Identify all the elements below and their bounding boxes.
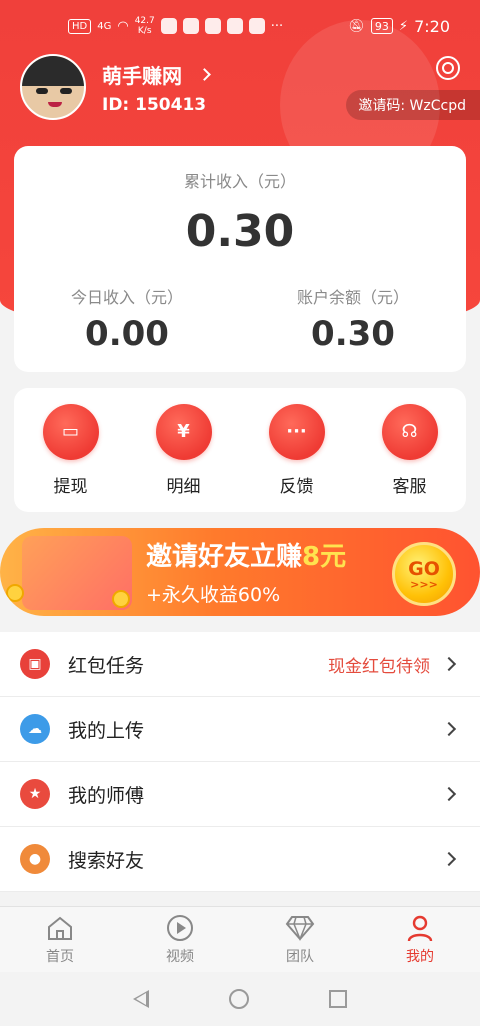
chevron-right-icon[interactable] — [198, 67, 211, 81]
red-packet-icon: ▣ — [20, 649, 50, 679]
calendar-yen-icon: ¥ — [155, 403, 212, 460]
cloud-upload-icon: ☁ — [20, 714, 50, 744]
user-id: ID: 150413 — [102, 94, 207, 115]
tab-video[interactable]: 视频 — [140, 914, 220, 966]
action-customer-service[interactable]: ☊ 客服 — [365, 403, 455, 497]
back-icon[interactable] — [133, 990, 149, 1008]
wifi-icon: ◠ — [117, 18, 129, 34]
recent-apps-icon[interactable] — [329, 990, 347, 1008]
chevron-right-icon — [441, 786, 457, 802]
action-label: 反馈 — [279, 476, 314, 497]
headset-icon: ☊ — [381, 403, 438, 460]
menu-label: 搜索好友 — [68, 849, 145, 872]
action-details[interactable]: ¥ 明细 — [139, 403, 229, 497]
play-icon — [165, 914, 195, 942]
action-label: 提现 — [53, 476, 88, 497]
menu-item-red-packet-task[interactable]: ▣ 红包任务 现金红包待领 — [0, 632, 480, 697]
menu-label: 我的上传 — [68, 719, 145, 742]
coin-icon — [6, 584, 24, 602]
system-navigation-bar — [0, 972, 480, 1026]
app-notification-icon — [226, 18, 243, 34]
user-name: 萌手赚网 — [102, 63, 182, 88]
star-icon: ★ — [20, 779, 50, 809]
app-notification-icon — [182, 18, 199, 34]
menu-list: ▣ 红包任务 现金红包待领 ☁ 我的上传 ★ 我的师傅 ● 搜索好友 — [0, 632, 480, 892]
chevron-right-icon — [441, 656, 457, 672]
menu-label: 红包任务 — [68, 654, 145, 677]
menu-item-my-uploads[interactable]: ☁ 我的上传 — [0, 697, 480, 762]
app-notification-icon — [248, 18, 265, 34]
home-circle-icon[interactable] — [229, 989, 249, 1009]
today-income-value: 0.00 — [85, 314, 169, 354]
wallet-icon: ▭ — [42, 403, 99, 460]
charging-icon: ⚡︎ — [398, 18, 409, 34]
income-card: 累计收入（元） 0.30 今日收入（元） 0.00 账户余额（元） 0.30 — [14, 146, 466, 372]
signal-icon: 4G — [97, 20, 112, 32]
clock: 7:20 — [414, 16, 450, 36]
diamond-icon — [285, 914, 315, 942]
status-bar: HD 4G ◠ 42.7 K/s ··· 🔕︎ 93 ⚡︎ 7:20 — [0, 0, 480, 52]
bottom-tab-bar: 首页 视频 团队 我的 — [0, 906, 480, 972]
action-label: 明细 — [166, 476, 201, 497]
network-speed: 42.7 K/s — [134, 16, 155, 36]
banner-subtitle: +永久收益60% — [146, 584, 281, 606]
tab-label: 团队 — [286, 948, 314, 965]
tab-team[interactable]: 团队 — [260, 914, 340, 966]
tab-label: 首页 — [46, 948, 74, 965]
coin-icon — [112, 590, 130, 608]
account-balance: 账户余额（元） 0.30 — [240, 284, 466, 354]
quick-actions: ▭ 提现 ¥ 明细 ··· 反馈 ☊ 客服 — [14, 388, 466, 512]
app-notification-icon — [204, 18, 221, 34]
tab-label: 我的 — [406, 948, 434, 965]
account-balance-value: 0.30 — [311, 314, 395, 354]
today-income-label: 今日收入（元） — [70, 288, 183, 307]
chat-bubble-icon: ··· — [268, 403, 325, 460]
action-feedback[interactable]: ··· 反馈 — [252, 403, 342, 497]
go-button[interactable]: GO >>> — [392, 542, 456, 606]
invite-banner[interactable]: 邀请好友立赚8元 +永久收益60% GO >>> — [0, 528, 480, 616]
tab-label: 视频 — [166, 948, 194, 965]
menu-hint: 现金红包待领 — [328, 656, 430, 677]
today-income: 今日收入（元） 0.00 — [14, 284, 240, 354]
menu-item-search-friends[interactable]: ● 搜索好友 — [0, 827, 480, 892]
battery-icon: 93 — [370, 18, 393, 34]
mute-icon: 🔕︎ — [348, 18, 365, 34]
home-icon — [45, 914, 75, 942]
total-income-value: 0.30 — [185, 206, 295, 257]
profile-header[interactable]: 萌手赚网 ID: 150413 — [20, 54, 211, 120]
more-notifications: ··· — [270, 18, 284, 34]
chevron-right-icon — [441, 721, 457, 737]
banner-title: 邀请好友立赚8元 — [146, 542, 347, 572]
app-notification-icon — [160, 18, 177, 34]
action-withdraw[interactable]: ▭ 提现 — [26, 403, 116, 497]
person-icon — [405, 914, 435, 942]
action-label: 客服 — [392, 476, 427, 497]
total-income-label: 累计收入（元） — [183, 172, 296, 191]
account-balance-label: 账户余额（元） — [296, 288, 409, 307]
user-icon: ● — [20, 844, 50, 874]
menu-label: 我的师傅 — [68, 784, 145, 807]
hd-indicator: HD — [68, 18, 92, 34]
menu-item-my-master[interactable]: ★ 我的师傅 — [0, 762, 480, 827]
avatar[interactable] — [20, 54, 86, 120]
tab-mine[interactable]: 我的 — [380, 914, 460, 966]
invite-code-badge[interactable]: 邀请码: WzCcpd — [346, 90, 480, 120]
settings-icon[interactable] — [436, 56, 460, 80]
chevron-right-icon — [441, 851, 457, 867]
tab-home[interactable]: 首页 — [20, 914, 100, 966]
